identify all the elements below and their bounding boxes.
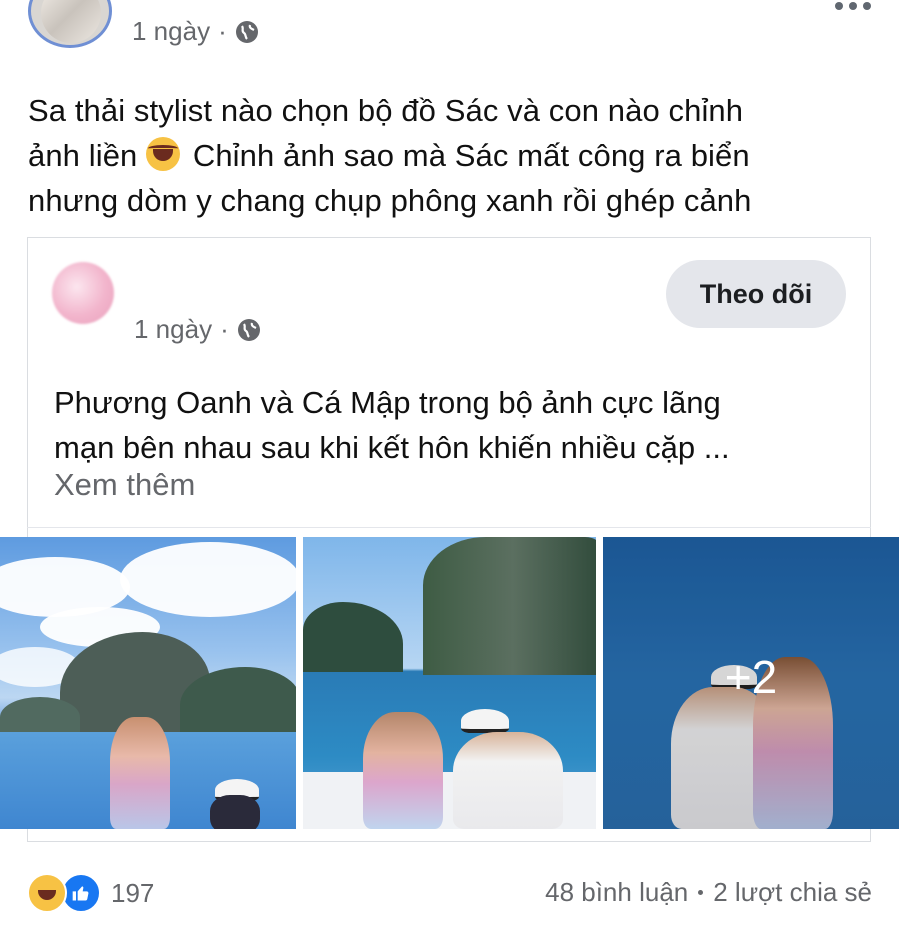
shared-text-line: mạn bên nhau sau khi kết hôn khiến nhiều… [54,430,730,465]
photo-1[interactable] [0,537,296,829]
shared-post-text: Phương Oanh và Cá Mập trong bộ ảnh cực l… [54,380,844,470]
separator-dot [698,890,704,895]
follow-button[interactable]: Theo dõi [666,260,846,328]
shared-post-meta: 1 ngày · [134,314,261,345]
globe-icon [237,318,260,341]
author-avatar[interactable] [28,0,112,48]
post-caption: Sa thải stylist nào chọn bộ đồ Sác và co… [28,88,858,223]
globe-icon [235,20,258,43]
shared-author-avatar[interactable] [52,262,114,324]
see-more-link[interactable]: Xem thêm [54,467,195,503]
photo-3[interactable]: +2 [603,537,899,829]
photo-2[interactable] [303,537,596,829]
post-time[interactable]: 1 ngày [132,16,210,47]
haha-reaction-icon [27,873,67,913]
more-options-icon[interactable] [835,2,871,10]
shared-post-time[interactable]: 1 ngày [134,314,212,345]
engagement-stats: 48 bình luận 2 lượt chia sẻ [545,877,872,908]
shared-text-line: Phương Oanh và Cá Mập trong bộ ảnh cực l… [54,385,721,420]
more-photos-overlay[interactable]: +2 [603,537,899,829]
author-name[interactable] [250,0,490,4]
card-divider [27,527,871,528]
caption-line: nhưng dòm y chang chụp phông xanh rồi gh… [28,183,752,218]
reactions-summary[interactable]: 197 [27,873,154,913]
caption-text: ảnh liền [28,138,138,173]
comments-count[interactable]: 48 bình luận [545,877,688,908]
caption-line: ảnh liền Chỉnh ảnh sao mà Sác mất công r… [28,133,858,178]
caption-text: Chỉnh ảnh sao mà Sác mất công ra biển [192,138,750,173]
shares-count[interactable]: 2 lượt chia sẻ [713,877,872,908]
like-reaction-icon [61,873,101,913]
laughing-crying-emoji-icon [146,137,181,171]
caption-line: Sa thải stylist nào chọn bộ đồ Sác và co… [28,93,744,128]
post-meta: 1 ngày · [132,16,259,47]
reaction-count: 197 [111,877,155,908]
